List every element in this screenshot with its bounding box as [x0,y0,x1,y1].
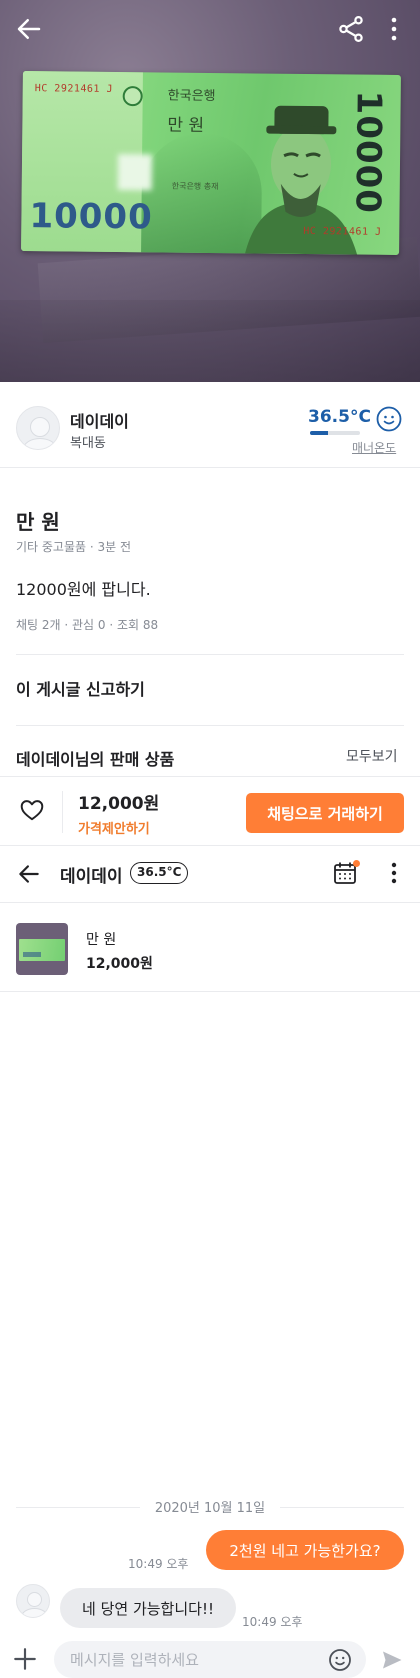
incoming-message[interactable]: 네 당연 가능합니다!! [60,1588,236,1628]
manner-temperature-link[interactable]: 매너온도 [352,439,396,456]
message-time: 10:49 오후 [128,1557,189,1571]
divider [16,725,404,726]
listing-meta: 기타 중고물품 · 3분 전 [16,540,132,554]
share-button[interactable] [336,14,366,44]
heart-icon[interactable] [19,797,45,823]
message-input-bar [0,1638,420,1678]
chat-product-card[interactable]: 만 원 12,000원 [0,902,420,992]
send-icon[interactable] [380,1648,404,1672]
price: 12,000원 [78,794,160,814]
message-input[interactable] [54,1641,366,1678]
avatar[interactable] [16,1584,50,1618]
see-all-link[interactable]: 모두보기 [346,746,398,766]
plus-icon[interactable] [12,1646,38,1672]
chat-header: 데이데이 36.5°C [0,846,420,902]
arrow-left-icon [17,19,41,39]
listing-description: 12000원에 팝니다. [16,580,151,599]
price-offer-link[interactable]: 가격제안하기 [78,818,150,837]
banknote-stamp-text: 한국은행 총재 [171,181,219,192]
listing-title: 만 원 [16,510,60,534]
date-separator: 2020년 10월 11일 [140,1497,280,1516]
seller-profile[interactable]: 데이데이 복대동 36.5°C 매너온도 [0,382,420,468]
manner-temperature-bar [310,431,360,435]
banknote-bank-name: 한국은행 [167,88,216,105]
divider [62,791,63,833]
report-link[interactable]: 이 게시글 신고하기 [16,676,145,700]
seller-products-heading: 데이데이님의 판매 상품 [16,750,175,769]
banknote-serial: HC 2921461 J [303,225,382,238]
share-icon [339,16,363,42]
banknote-denomination-word: 만 원 [167,115,205,136]
product-photo[interactable]: HC 2921461 J 한국은행 만 원 한국은행 총재 10000 1000… [0,0,420,382]
banknote-vertical-number: 10000 [347,90,389,215]
banknote-blurred-patch [117,154,153,191]
chat-product-price: 12,000원 [86,956,153,972]
chat-partner-name: 데이데이 [60,867,123,887]
manner-temperature: 36.5°C [308,407,371,427]
seller-name: 데이데이 [70,412,129,431]
seller-location: 복대동 [70,436,106,451]
manner-temperature-fill [310,431,329,435]
message-time: 10:49 오후 [242,1615,303,1629]
banknote-serial: HC 2921461 J [34,83,114,95]
back-button[interactable] [14,14,44,44]
kebab-icon [391,17,397,41]
banknote-image: HC 2921461 J 한국은행 만 원 한국은행 총재 10000 1000… [21,71,401,255]
banknote-seal-icon [122,86,143,107]
more-button[interactable] [382,14,406,44]
bottom-action-bar: 12,000원 가격제안하기 채팅으로 거래하기 [0,776,420,846]
emoji-icon[interactable] [328,1648,352,1672]
notification-dot [353,860,360,867]
chat-partner-temperature: 36.5°C [130,862,189,884]
fabric-fold [0,300,420,382]
listing-stats: 채팅 2개 · 관심 0 · 조회 88 [16,618,159,632]
avatar[interactable] [16,406,60,450]
banknote-number: 10000 [29,196,153,238]
divider [16,654,404,655]
outgoing-message[interactable]: 2천원 네고 가능한가요? [206,1530,404,1570]
arrow-left-icon[interactable] [16,861,42,887]
chat-trade-button[interactable]: 채팅으로 거래하기 [246,793,404,833]
smile-face-icon [376,406,402,432]
product-thumbnail [16,923,68,975]
chat-product-title: 만 원 [86,932,117,948]
kebab-icon[interactable] [386,860,402,886]
